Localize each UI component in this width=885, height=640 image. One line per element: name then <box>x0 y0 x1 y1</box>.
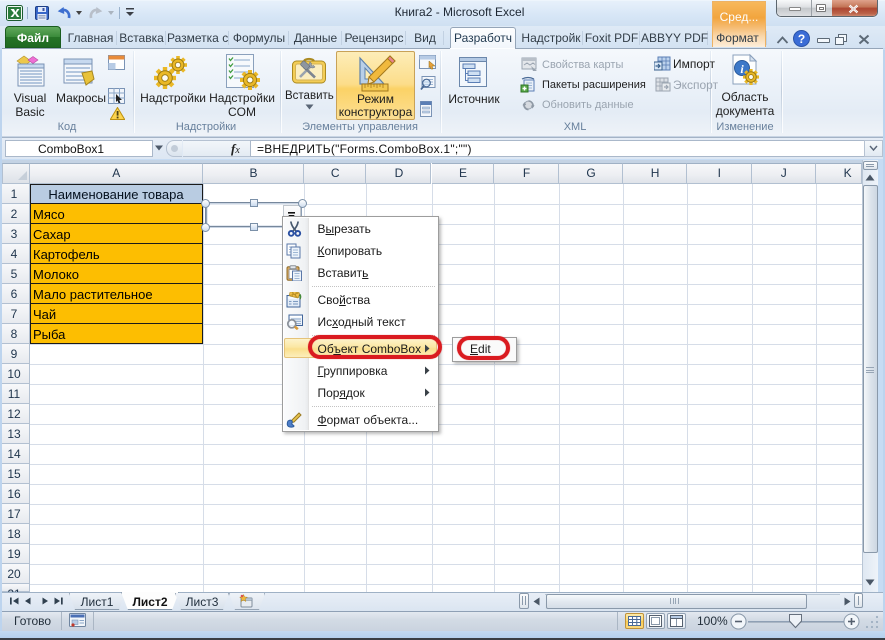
svg-text:?: ? <box>798 32 805 46</box>
